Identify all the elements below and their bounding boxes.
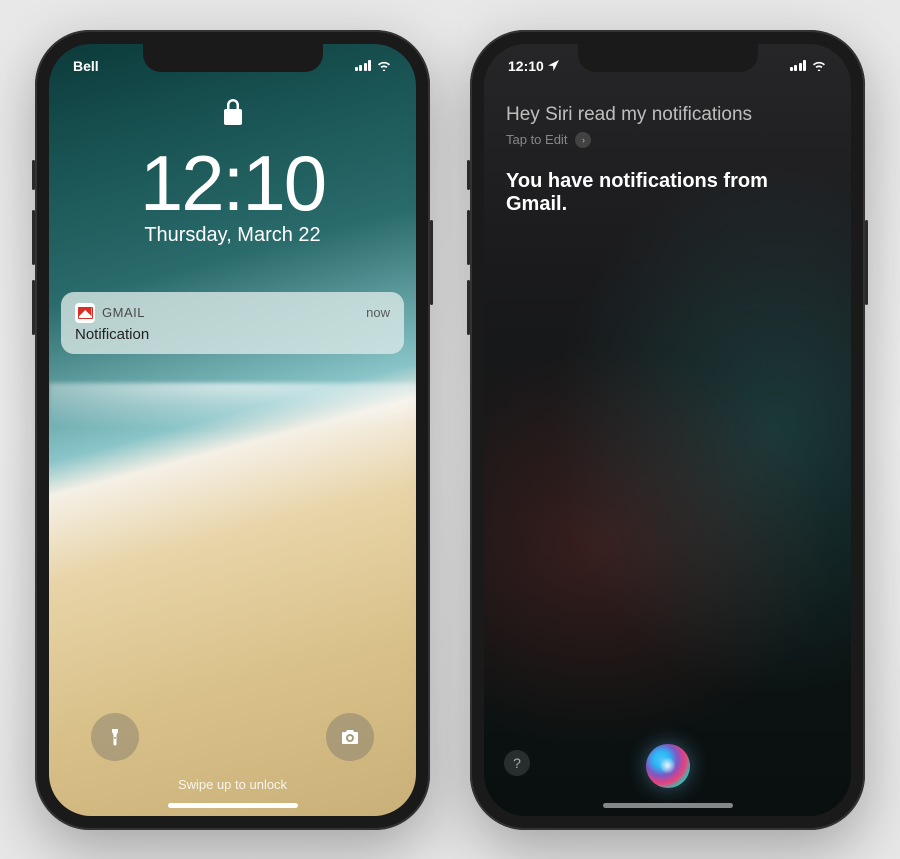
- volume-up-button: [32, 210, 35, 265]
- notification-timestamp: now: [366, 305, 390, 320]
- flashlight-icon: [105, 727, 125, 747]
- phone-siri: 12:10 Hey Siri read my notifications Tap…: [470, 30, 865, 830]
- wifi-icon: [811, 58, 827, 74]
- bottom-controls: [49, 713, 416, 761]
- status-time: 12:10: [508, 58, 544, 74]
- power-button: [430, 220, 433, 305]
- signal-bars-icon: [790, 60, 807, 71]
- camera-icon: [340, 727, 360, 747]
- tap-to-edit-label: Tap to Edit: [506, 132, 567, 147]
- mute-switch: [467, 160, 470, 190]
- signal-bars-icon: [355, 60, 372, 71]
- home-indicator[interactable]: [168, 803, 298, 808]
- chevron-right-icon: ›: [575, 132, 591, 148]
- siri-screen[interactable]: 12:10 Hey Siri read my notifications Tap…: [484, 44, 851, 816]
- carrier-label: Bell: [73, 58, 99, 74]
- siri-content: Hey Siri read my notifications Tap to Ed…: [506, 104, 829, 216]
- notification-app-name: GMAIL: [102, 305, 145, 320]
- wallpaper-wave: [49, 383, 416, 463]
- notification-body: Notification: [75, 326, 390, 343]
- location-arrow-icon: [548, 58, 559, 74]
- clock-date: Thursday, March 22: [144, 224, 320, 247]
- mute-switch: [32, 160, 35, 190]
- notification-card[interactable]: GMAIL now Notification: [61, 292, 404, 354]
- lock-header: 12:10 Thursday, March 22: [49, 99, 416, 247]
- wifi-icon: [376, 58, 392, 74]
- phone-lockscreen: Bell 12:10 Thursday, March 22: [35, 30, 430, 830]
- volume-down-button: [32, 280, 35, 335]
- home-indicator[interactable]: [603, 803, 733, 808]
- siri-help-button[interactable]: ?: [504, 750, 530, 776]
- swipe-hint: Swipe up to unlock: [49, 777, 416, 792]
- camera-button[interactable]: [326, 713, 374, 761]
- notch: [143, 44, 323, 72]
- gmail-icon: [75, 303, 95, 323]
- siri-query-text[interactable]: Hey Siri read my notifications: [506, 104, 829, 126]
- notch: [578, 44, 758, 72]
- clock-time: 12:10: [140, 144, 325, 222]
- volume-down-button: [467, 280, 470, 335]
- siri-orb-icon[interactable]: [646, 744, 690, 788]
- question-mark-icon: ?: [513, 755, 521, 771]
- volume-up-button: [467, 210, 470, 265]
- flashlight-button[interactable]: [91, 713, 139, 761]
- lock-screen[interactable]: Bell 12:10 Thursday, March 22: [49, 44, 416, 816]
- tap-to-edit-row[interactable]: Tap to Edit ›: [506, 132, 829, 148]
- siri-response-text: You have notifications from Gmail.: [506, 170, 829, 216]
- power-button: [865, 220, 868, 305]
- lock-icon: [222, 99, 244, 132]
